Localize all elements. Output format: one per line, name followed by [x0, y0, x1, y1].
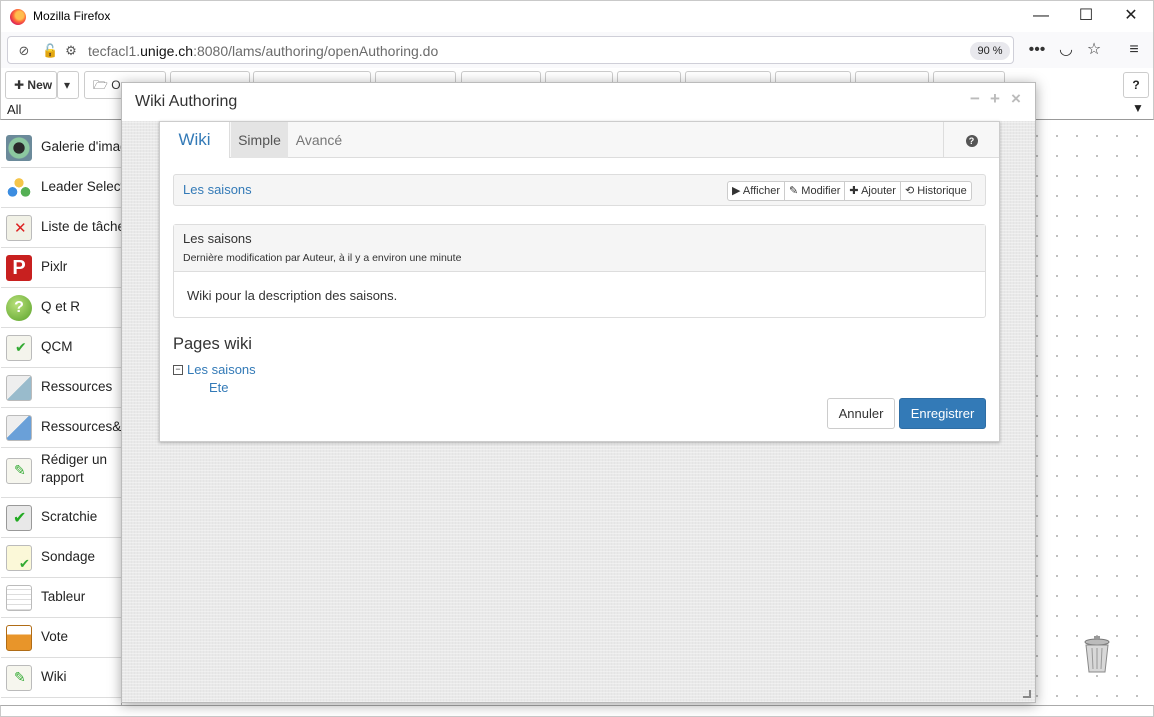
wiki-tabs: Wiki Simple Avancé ? [160, 122, 999, 158]
sidebar-item-ressources[interactable]: Ressources [1, 368, 121, 408]
save-button[interactable]: Enregistrer [899, 398, 986, 429]
trash-bin-icon[interactable] [1083, 636, 1111, 674]
url-text[interactable]: tecfacl1.unige.ch:8080/lams/authoring/op… [88, 43, 438, 59]
pages-wiki-heading: Pages wiki [173, 335, 252, 353]
view-button[interactable]: ▶ Afficher [728, 182, 786, 200]
dialog-maximize-icon[interactable]: + [990, 89, 1000, 109]
resources-forum-icon [6, 415, 32, 441]
sidebar-item-q-et-r[interactable]: ? Q et R [1, 288, 121, 328]
dialog-title: Wiki Authoring [135, 93, 238, 110]
wiki-page-card: Les saisons Dernière modification par Au… [173, 224, 986, 318]
insecure-lock-icon[interactable]: 🔓 [42, 43, 58, 59]
page-body: Wiki pour la description des saisons. [187, 288, 398, 303]
tab-help[interactable]: ? [943, 122, 999, 158]
tree-collapse-icon[interactable]: − [173, 365, 183, 375]
wiki-icon: ✎ [6, 665, 32, 691]
sidebar-item-scratchie[interactable]: ✔ Scratchie [1, 498, 121, 538]
pocket-icon[interactable]: ◡ [1055, 40, 1077, 60]
page-card-header: Les saisons Dernière modification par Au… [174, 225, 985, 272]
cancel-button[interactable]: Annuler [827, 398, 895, 429]
bookmark-star-icon[interactable]: ☆ [1083, 40, 1105, 60]
dialog-body: Wiki Simple Avancé ? Les saisons ▶ Affic… [122, 121, 1035, 702]
filter-value: All [7, 102, 22, 117]
tool-sidebar: Galerie d'imag Leader Select ✕ Liste de … [1, 121, 122, 705]
sidebar-item-galerie[interactable]: Galerie d'imag [1, 128, 121, 168]
window-title: Mozilla Firefox [33, 9, 111, 23]
sidebar-item-tableur[interactable]: Tableur [1, 578, 121, 618]
dialog-header[interactable]: Wiki Authoring − + × [122, 83, 1035, 121]
pixlr-icon: P [6, 255, 32, 281]
sidebar-item-pixlr[interactable]: P Pixlr [1, 248, 121, 288]
minimize-icon[interactable]: — [1018, 5, 1064, 29]
edit-button[interactable]: ✎ Modifier [785, 182, 846, 200]
new-button[interactable]: ✚ New [5, 71, 57, 99]
resources-icon [6, 375, 32, 401]
sidebar-item-liste-taches[interactable]: ✕ Liste de tâche [1, 208, 121, 248]
tab-wiki[interactable]: Wiki [160, 122, 230, 158]
tab-simple[interactable]: Simple [231, 122, 288, 158]
task-list-icon: ✕ [6, 215, 32, 241]
resize-grip-icon[interactable] [1023, 690, 1031, 698]
tracking-protection-icon[interactable]: ⊘ [16, 43, 32, 59]
page-last-modified: Dernière modification par Auteur, à il y… [183, 252, 462, 264]
vote-box-icon [6, 625, 32, 651]
add-button[interactable]: ✚ Ajouter [845, 182, 901, 200]
window-titlebar: Mozilla Firefox — ☐ ✕ [0, 0, 1154, 32]
folder-icon: 🗁 [93, 78, 108, 92]
plus-icon: ✚ [14, 78, 25, 92]
wiki-actions: ▶ Afficher ✎ Modifier ✚ Ajouter ⟲ Histor… [727, 181, 972, 201]
current-page-link[interactable]: Les saisons [183, 182, 252, 197]
wiki-panel: Wiki Simple Avancé ? Les saisons ▶ Affic… [159, 121, 1000, 442]
dropdown-arrow-icon: ▼ [1132, 101, 1144, 115]
navigation-bar: ⊘ 🔓 ⚙ tecfacl1.unige.ch:8080/lams/author… [0, 32, 1154, 68]
mcq-icon: ✔ [6, 335, 32, 361]
new-dropdown-button[interactable]: ▾ [57, 71, 79, 99]
question-icon: ? [6, 295, 32, 321]
survey-icon: ✔ [6, 545, 32, 571]
hamburger-menu-icon[interactable]: ≡ [1123, 40, 1145, 60]
url-bar[interactable]: ⊘ 🔓 ⚙ tecfacl1.unige.ch:8080/lams/author… [7, 36, 1014, 64]
permissions-icon[interactable]: ⚙ [63, 43, 79, 59]
help-circle-icon: ? [965, 134, 978, 147]
sidebar-item-wiki[interactable]: ✎ Wiki [1, 658, 121, 698]
window-bottom-edge [0, 705, 1154, 717]
leader-selection-icon [6, 175, 32, 201]
sidebar-item-leader[interactable]: Leader Select [1, 168, 121, 208]
sidebar-item-sondage[interactable]: ✔ Sondage [1, 538, 121, 578]
sidebar-item-rediger-rapport[interactable]: ✎ Rédiger un rapport [1, 448, 121, 498]
more-actions-icon[interactable]: ••• [1026, 40, 1048, 60]
wiki-authoring-dialog: Wiki Authoring − + × Wiki Simple Avancé … [121, 82, 1036, 703]
zoom-level-badge[interactable]: 90 % [970, 42, 1010, 60]
tree-page-ete[interactable]: Ete [209, 380, 229, 395]
maximize-icon[interactable]: ☐ [1063, 5, 1109, 29]
scratchie-icon: ✔ [6, 505, 32, 531]
spreadsheet-icon [6, 585, 32, 611]
dialog-close-icon[interactable]: × [1011, 89, 1021, 109]
tree-page-les-saisons[interactable]: Les saisons [187, 362, 256, 377]
sidebar-item-vote[interactable]: Vote [1, 618, 121, 658]
tab-avance[interactable]: Avancé [288, 122, 350, 158]
sidebar-item-ressources-forum[interactable]: Ressources& [1, 408, 121, 448]
wiki-nav-bar: Les saisons ▶ Afficher ✎ Modifier ✚ Ajou… [173, 174, 986, 206]
firefox-logo-icon [10, 9, 26, 25]
report-icon: ✎ [6, 458, 32, 484]
page-title: Les saisons [183, 231, 252, 246]
history-button[interactable]: ⟲ Historique [901, 182, 971, 200]
close-window-icon[interactable]: ✕ [1108, 5, 1154, 29]
help-button[interactable]: ? [1123, 72, 1149, 98]
image-gallery-icon [6, 135, 32, 161]
sidebar-item-qcm[interactable]: ✔ QCM [1, 328, 121, 368]
dialog-minimize-icon[interactable]: − [970, 89, 980, 109]
